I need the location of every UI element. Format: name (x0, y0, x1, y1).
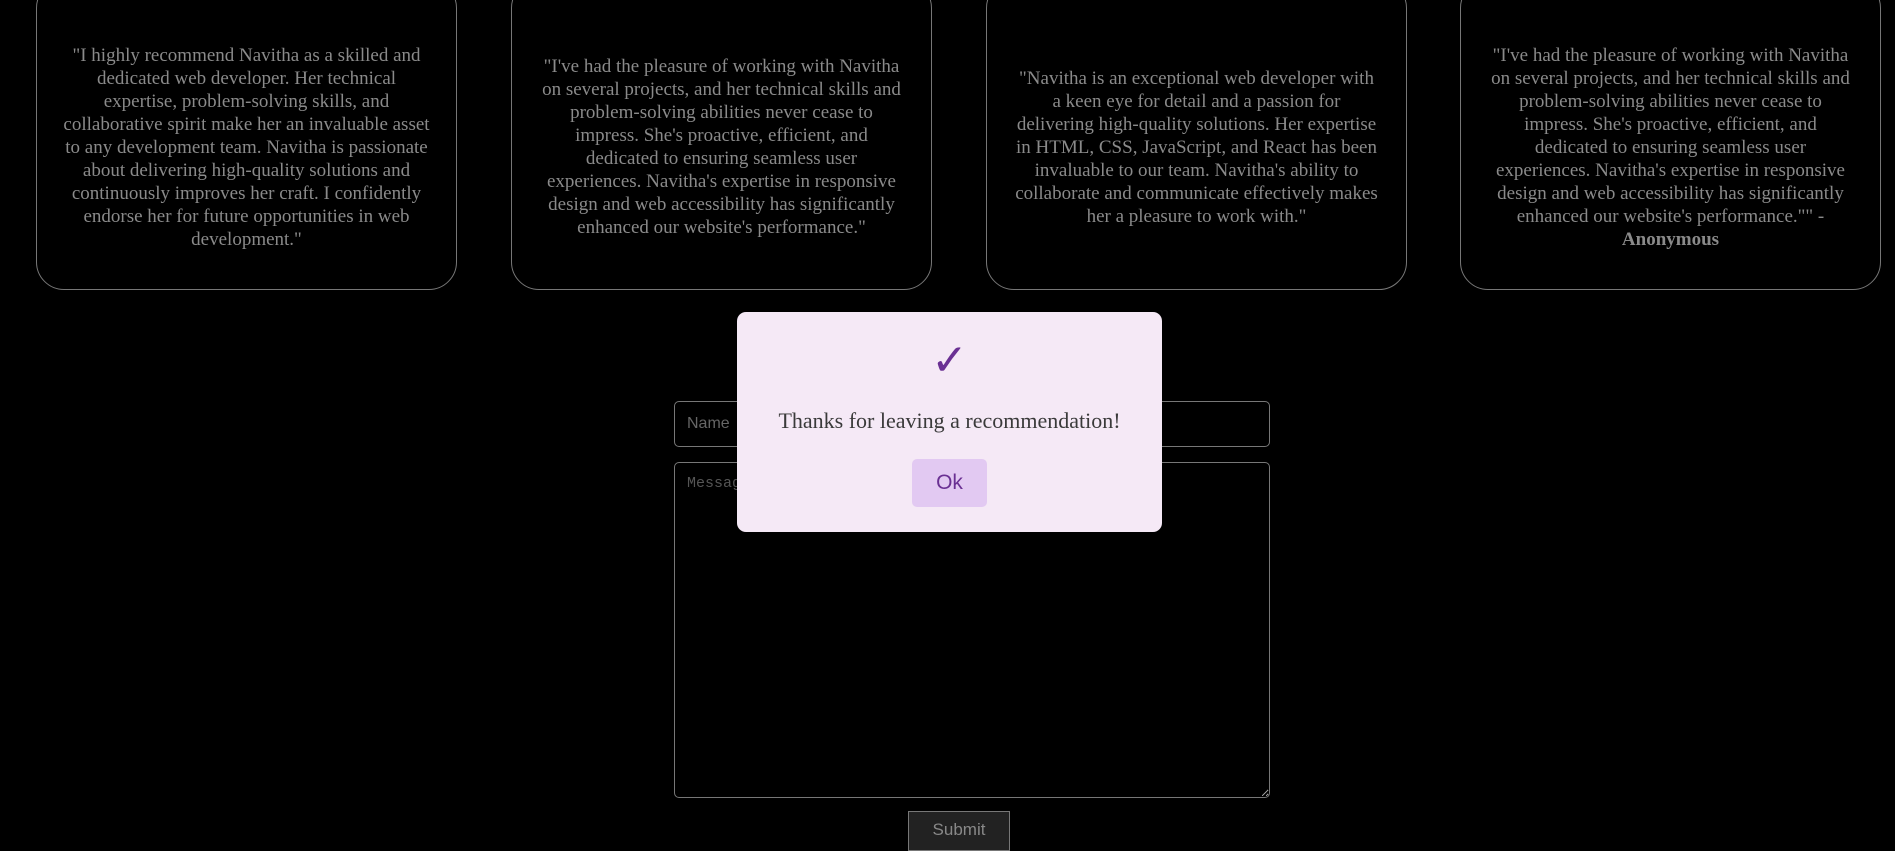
modal-message: Thanks for leaving a recommendation! (778, 408, 1121, 433)
testimonial-card: "I highly recommend Navitha as a skilled… (36, 0, 457, 290)
testimonial-text: "Navitha is an exceptional web developer… (1015, 67, 1378, 227)
submit-button[interactable]: Submit (908, 811, 1010, 851)
testimonial-card: "I've had the pleasure of working with N… (1460, 0, 1881, 290)
testimonial-text-wrap: "I've had the pleasure of working with N… (1487, 44, 1854, 251)
testimonial-author: Anonymous (1621, 228, 1720, 250)
checkmark-icon: ✓ (931, 335, 968, 386)
testimonial-card: "I've had the pleasure of working with N… (511, 0, 932, 290)
testimonial-card: "Navitha is an exceptional web developer… (986, 0, 1407, 290)
testimonial-text: "I highly recommend Navitha as a skilled… (63, 44, 430, 250)
success-modal: ✓ Thanks for leaving a recommendation! O… (737, 312, 1162, 532)
ok-button[interactable]: Ok (912, 459, 987, 507)
testimonial-text: "I've had the pleasure of working with N… (542, 56, 901, 238)
testimonial-text: "I've had the pleasure of working with N… (1491, 44, 1850, 227)
